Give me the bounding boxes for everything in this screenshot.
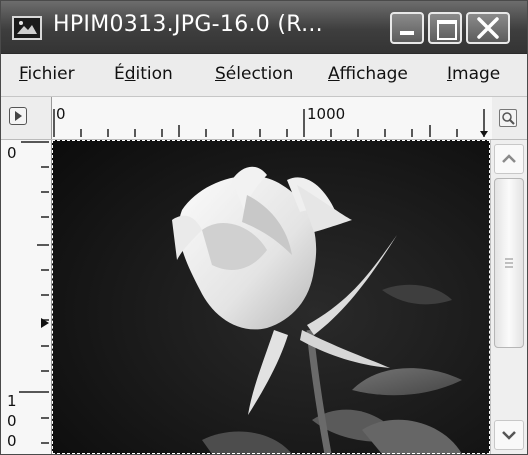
image-canvas[interactable] (52, 140, 490, 454)
scroll-down-button[interactable] (494, 420, 524, 450)
menu-image-label: mage (452, 64, 501, 84)
window-title: HPIM0313.JPG-16.0 (R... (53, 12, 323, 37)
navigate-button[interactable] (9, 107, 27, 125)
close-button[interactable] (466, 12, 510, 44)
menu-affichage[interactable]: Affichage (328, 64, 408, 84)
minimize-button[interactable] (390, 12, 424, 44)
menu-bar: Fichier Édition Sélection Affichage Imag… (1, 54, 527, 97)
vertical-scrollbar[interactable] (490, 140, 527, 454)
menu-affichage-mnemonic: A (328, 64, 340, 84)
title-bar[interactable]: HPIM0313.JPG-16.0 (R... (1, 1, 527, 54)
navigate-arrow-icon (15, 111, 22, 121)
close-icon (477, 17, 499, 39)
maximize-button[interactable] (428, 12, 462, 44)
menu-selection-mnemonic: S (215, 64, 226, 84)
menu-fichier-label: ichier (27, 64, 75, 84)
scroll-thumb[interactable] (494, 178, 524, 348)
horizontal-ruler[interactable]: 0 1000 (51, 97, 492, 139)
menu-edition-mnemonic: d (124, 64, 136, 84)
chevron-up-icon (502, 154, 516, 163)
vertical-ruler[interactable]: 0 1 0 0 (1, 140, 52, 454)
rose-photo (52, 140, 490, 454)
scroll-up-button[interactable] (494, 144, 524, 174)
maximize-icon (437, 20, 457, 40)
menu-fichier[interactable]: Fichier (19, 64, 75, 84)
menu-selection-label: élection (225, 64, 294, 84)
zoom-icon (502, 112, 515, 125)
menu-edition[interactable]: Édition (114, 64, 173, 84)
menu-image[interactable]: Image (447, 64, 500, 84)
menu-affichage-label: ffichage (339, 64, 408, 84)
chevron-down-icon (502, 431, 516, 440)
menu-selection[interactable]: Sélection (215, 64, 293, 84)
menu-edition-label-end: ition (135, 64, 173, 84)
image-window: HPIM0313.JPG-16.0 (R... Fichier Édition … (0, 0, 528, 455)
menu-edition-label-start: É (114, 64, 125, 84)
menu-fichier-mnemonic: F (19, 64, 28, 84)
ruler-row: 0 1000 (1, 97, 527, 140)
zoom-button[interactable] (499, 109, 517, 127)
image-document-icon[interactable] (12, 16, 42, 40)
minimize-icon (400, 31, 414, 35)
